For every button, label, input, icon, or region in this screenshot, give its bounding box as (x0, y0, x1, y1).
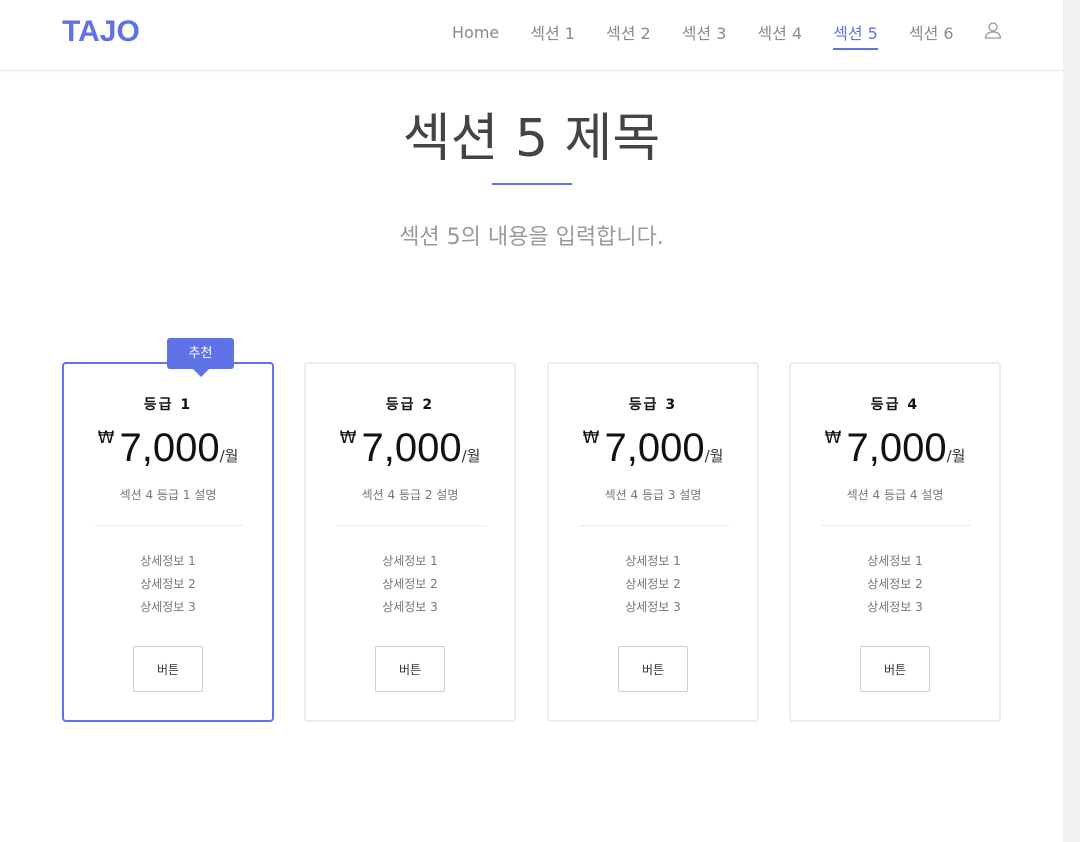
detail-item: 상세정보 1 (382, 554, 438, 568)
scrollbar-track[interactable] (1063, 0, 1080, 842)
nav-section-5[interactable]: 섹션 5 (833, 20, 878, 50)
nav-section-1[interactable]: 섹션 1 (530, 20, 575, 50)
detail-item: 상세정보 3 (625, 600, 681, 614)
pricing-card-4: 등급 4 ₩ 7,000/월 섹션 4 등급 4 설명 상세정보 1 상세정보 … (789, 362, 1001, 722)
price-period: /월 (219, 447, 239, 465)
detail-item: 상세정보 1 (867, 554, 923, 568)
currency-symbol: ₩ (824, 428, 842, 448)
nav-section-4[interactable]: 섹션 4 (757, 20, 802, 50)
logo[interactable]: TAJO (62, 15, 140, 49)
tier-name: 등급 2 (385, 397, 435, 413)
detail-item: 상세정보 2 (867, 577, 923, 591)
price-period: /월 (461, 447, 481, 465)
price: ₩ 7,000/월 (549, 426, 757, 471)
title-divider (492, 183, 572, 185)
select-tier-3-button[interactable]: 버튼 (618, 646, 688, 692)
nav-section-3[interactable]: 섹션 3 (682, 20, 727, 50)
nav-section-2[interactable]: 섹션 2 (606, 20, 651, 50)
tier-description: 섹션 4 등급 4 설명 (846, 488, 944, 502)
card-divider (94, 525, 244, 526)
header: TAJO Home 섹션 1 섹션 2 섹션 3 섹션 4 섹션 5 섹션 6 (0, 0, 1063, 71)
tier-description: 섹션 4 등급 1 설명 (119, 488, 217, 502)
pricing-card-1: 등급 1 ₩ 7,000/월 섹션 4 등급 1 설명 상세정보 1 상세정보 … (62, 362, 274, 722)
detail-item: 상세정보 2 (625, 577, 681, 591)
tier-name: 등급 1 (143, 397, 193, 413)
price-amount: 7,000 (361, 426, 462, 470)
currency-symbol: ₩ (339, 428, 357, 448)
price-amount: 7,000 (119, 426, 220, 470)
price: ₩ 7,000/월 (64, 426, 272, 471)
price: ₩ 7,000/월 (791, 426, 999, 471)
detail-item: 상세정보 3 (867, 600, 923, 614)
price: ₩ 7,000/월 (306, 426, 514, 471)
select-tier-1-button[interactable]: 버튼 (133, 646, 203, 692)
user-icon[interactable] (984, 21, 1002, 39)
detail-item: 상세정보 3 (140, 600, 196, 614)
price-amount: 7,000 (604, 426, 705, 470)
section-description: 섹션 5의 내용을 입력합니다. (399, 225, 664, 250)
detail-item: 상세정보 2 (382, 577, 438, 591)
select-tier-2-button[interactable]: 버튼 (375, 646, 445, 692)
tier-name: 등급 3 (628, 397, 678, 413)
price-amount: 7,000 (846, 426, 947, 470)
detail-list: 상세정보 1 상세정보 2 상세정보 3 (64, 550, 272, 619)
tier-description: 섹션 4 등급 2 설명 (361, 488, 459, 502)
detail-item: 상세정보 1 (140, 554, 196, 568)
currency-symbol: ₩ (97, 428, 115, 448)
main-nav: Home 섹션 1 섹션 2 섹션 3 섹션 4 섹션 5 섹션 6 (452, 20, 985, 50)
detail-list: 상세정보 1 상세정보 2 상세정보 3 (306, 550, 514, 619)
detail-list: 상세정보 1 상세정보 2 상세정보 3 (791, 550, 999, 619)
tier-description: 섹션 4 등급 3 설명 (604, 488, 702, 502)
pricing-card-2: 등급 2 ₩ 7,000/월 섹션 4 등급 2 설명 상세정보 1 상세정보 … (304, 362, 516, 722)
card-divider (579, 525, 729, 526)
tier-name: 등급 4 (870, 397, 920, 413)
section-title: 섹션 5 제목 (402, 109, 661, 169)
detail-item: 상세정보 1 (625, 554, 681, 568)
select-tier-4-button[interactable]: 버튼 (860, 646, 930, 692)
card-divider (821, 525, 971, 526)
price-period: /월 (946, 447, 966, 465)
detail-list: 상세정보 1 상세정보 2 상세정보 3 (549, 550, 757, 619)
currency-symbol: ₩ (582, 428, 600, 448)
detail-item: 상세정보 2 (140, 577, 196, 591)
recommended-badge: 추천 (167, 338, 234, 377)
price-period: /월 (704, 447, 724, 465)
detail-item: 상세정보 3 (382, 600, 438, 614)
card-divider (336, 525, 486, 526)
pricing-card-3: 등급 3 ₩ 7,000/월 섹션 4 등급 3 설명 상세정보 1 상세정보 … (547, 362, 759, 722)
nav-section-6[interactable]: 섹션 6 (909, 20, 954, 50)
nav-home[interactable]: Home (452, 23, 499, 48)
